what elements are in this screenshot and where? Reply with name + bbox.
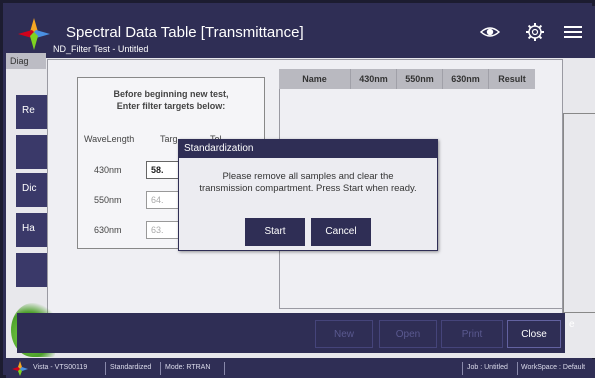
hamburger-menu-icon[interactable]	[562, 21, 584, 43]
standardization-dialog: Standardization Please remove all sample…	[178, 139, 438, 251]
status-workspace: WorkSpace : Default	[521, 364, 586, 371]
vista-small-icon	[12, 361, 28, 376]
right-frame	[563, 113, 595, 313]
left-button-column: Re Dic Ha	[6, 73, 56, 323]
diag-tab[interactable]: Diag	[6, 53, 46, 69]
wavelength-550: 550nm	[94, 195, 122, 205]
status-job: Job : Untitled	[467, 364, 508, 371]
dialog-message-line2: transmission compartment. Press Start wh…	[199, 183, 417, 194]
filter-heading-line2: Enter filter targets below:	[116, 101, 226, 111]
status-state: Standardized	[110, 364, 152, 371]
col-result: Result	[498, 74, 526, 84]
wavelength-630: 630nm	[94, 225, 122, 235]
status-device: Vista - VTS00119	[33, 364, 88, 371]
status-separator	[462, 362, 463, 375]
status-separator	[105, 362, 106, 375]
filter-heading-line1: Before beginning new test,	[113, 89, 229, 99]
dialog-message-line1: Please remove all samples and clear the	[222, 171, 394, 182]
status-separator	[517, 362, 518, 375]
col-name: Name	[279, 69, 351, 89]
eye-icon[interactable]	[479, 21, 501, 43]
page-title: Spectral Data Table [Transmittance]	[66, 24, 304, 41]
vista-logo-icon	[18, 18, 50, 50]
col-550nm: 550nm	[397, 69, 443, 89]
print-button[interactable]: Print	[441, 320, 503, 348]
right-edge-label: e	[569, 319, 575, 330]
cancel-button[interactable]: Cancel	[311, 218, 371, 246]
col-target: Targ	[160, 134, 178, 144]
table-header: Name 430nm 550nm 630nm Result	[279, 69, 535, 89]
app-window: Spectral Data Table [Transmittance] ND_F…	[0, 0, 595, 378]
gear-icon[interactable]	[524, 21, 546, 43]
status-separator	[224, 362, 225, 375]
test-subtitle: ND_Filter Test - Untitled	[53, 44, 149, 54]
new-button[interactable]: New	[315, 320, 373, 348]
start-button[interactable]: Start	[245, 218, 305, 246]
wavelength-430: 430nm	[94, 165, 122, 175]
status-separator	[160, 362, 161, 375]
filter-instructions: Before beginning new test, Enter filter …	[78, 88, 264, 112]
close-button[interactable]: Close	[507, 320, 561, 348]
col-630nm: 630nm	[443, 69, 489, 89]
open-button[interactable]: Open	[379, 320, 437, 348]
dialog-message: Please remove all samples and clear the …	[179, 171, 437, 195]
dialog-title: Standardization	[179, 140, 437, 158]
status-bar: Vista - VTS00119 Standardized Mode: RTRA…	[6, 359, 595, 378]
status-mode: Mode: RTRAN	[165, 364, 211, 371]
col-wavelength: WaveLength	[84, 134, 135, 144]
col-430nm: 430nm	[351, 69, 397, 89]
app-header: Spectral Data Table [Transmittance] ND_F…	[6, 6, 595, 58]
bottom-action-bar: New Open Print Close	[17, 313, 565, 353]
